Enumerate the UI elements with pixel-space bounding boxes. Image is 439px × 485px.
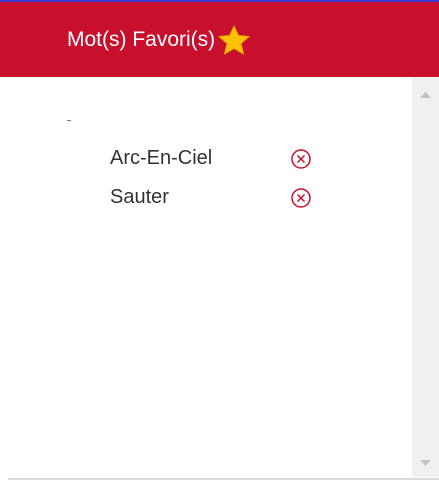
scroll-up-arrow-icon[interactable] (412, 83, 439, 107)
favorite-item: Arc-En-Ciel (110, 147, 312, 170)
remove-favorite-button[interactable] (290, 187, 312, 209)
favorites-list (0, 77, 412, 477)
circle-x-icon (291, 148, 311, 169)
scroll-down-arrow-icon[interactable] (412, 451, 439, 475)
remove-favorite-button[interactable] (290, 148, 312, 170)
circle-x-icon (291, 187, 311, 208)
favorites-header: Mot(s) Favori(s) (0, 0, 439, 77)
star-icon (217, 24, 251, 56)
panel-bottom-divider (8, 478, 439, 480)
vertical-scrollbar[interactable] (412, 77, 439, 477)
list-bullet (67, 120, 71, 121)
favorite-item-label: Sauter (110, 186, 169, 208)
favorites-panel: Mot(s) Favori(s) Arc-En-Ciel Sauter (0, 0, 439, 485)
favorite-item: Sauter (110, 186, 312, 209)
header-title: Mot(s) Favori(s) (67, 28, 216, 51)
favorite-item-label: Arc-En-Ciel (110, 147, 213, 169)
header-title-group: Mot(s) Favori(s) (67, 24, 251, 56)
